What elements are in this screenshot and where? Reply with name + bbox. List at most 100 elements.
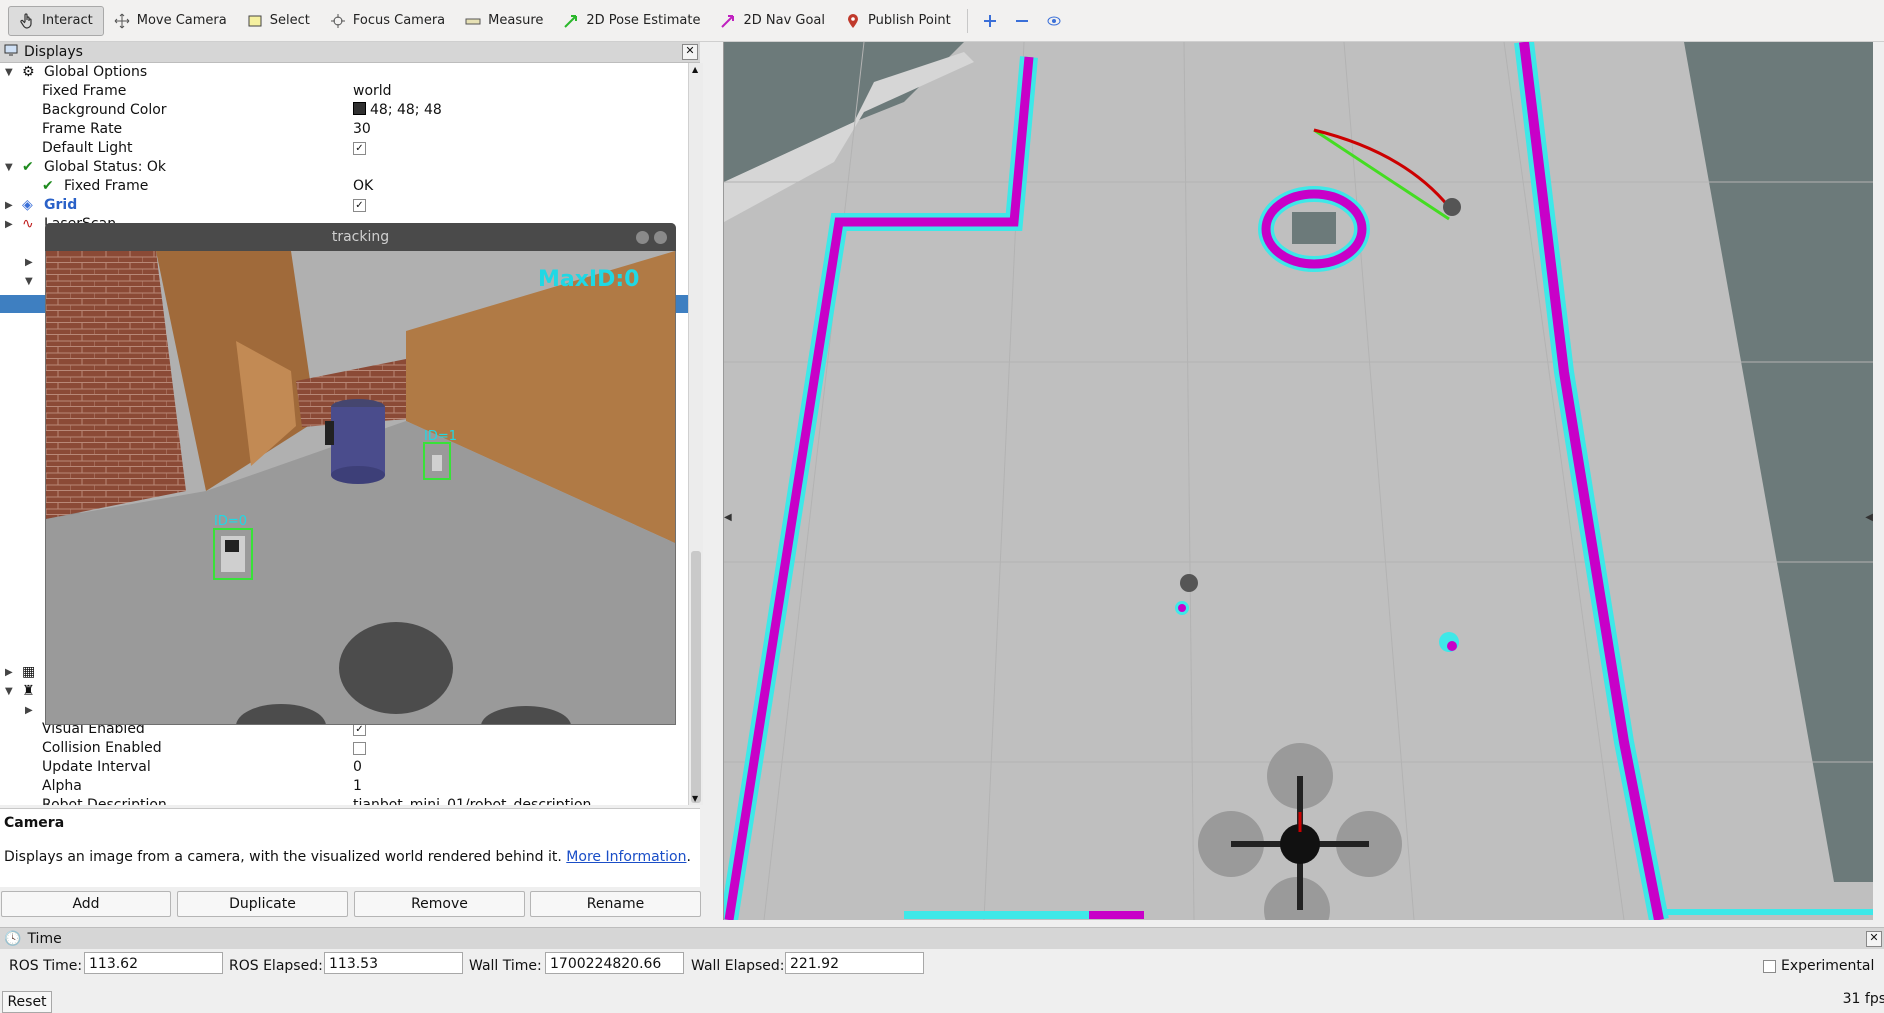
close-icon[interactable] bbox=[654, 231, 667, 244]
map-scene bbox=[724, 42, 1873, 920]
default-light-label: Default Light bbox=[42, 140, 133, 156]
2d-nav-goal-tool[interactable]: 2D Nav Goal bbox=[710, 6, 835, 36]
2d-pose-estimate-tool[interactable]: 2D Pose Estimate bbox=[553, 6, 710, 36]
time-panel-header: 🕓 Time ✕ bbox=[0, 927, 1884, 949]
more-information-link[interactable]: More Information bbox=[566, 849, 686, 865]
zoom-minus-icon bbox=[1015, 19, 1028, 22]
hand-cursor-icon bbox=[20, 12, 32, 29]
displays-scrollbar[interactable]: ▲ ▼ bbox=[688, 63, 703, 805]
publish-point-tool[interactable]: Publish Point bbox=[835, 6, 961, 36]
tree-row-background-color[interactable]: Background Color 48; 48; 48 bbox=[0, 101, 688, 120]
select-tool[interactable]: Select bbox=[237, 6, 320, 36]
reset-button[interactable]: Reset bbox=[2, 991, 52, 1013]
zoom-plus-icon bbox=[983, 14, 996, 27]
tree-row-default-light[interactable]: Default Light ✓ bbox=[0, 139, 688, 158]
collapse-arrow-icon[interactable]: ▶ bbox=[5, 215, 13, 234]
background-color-text: 48; 48; 48 bbox=[370, 102, 442, 118]
interact-tool[interactable]: Interact bbox=[8, 5, 104, 36]
expand-arrow-icon[interactable]: ▼ bbox=[5, 158, 13, 177]
add-tool-button[interactable] bbox=[974, 6, 1006, 36]
publish-point-label: Publish Point bbox=[868, 13, 951, 28]
fixed-frame-value[interactable]: world bbox=[353, 82, 392, 101]
check-icon: ✓ bbox=[353, 141, 366, 155]
view-options-button[interactable] bbox=[1038, 6, 1070, 36]
interact-label: Interact bbox=[42, 13, 93, 28]
ruler-icon bbox=[465, 18, 481, 24]
tree-row-fixed-frame[interactable]: Fixed Frame world bbox=[0, 82, 688, 101]
frame-rate-value[interactable]: 30 bbox=[353, 120, 371, 139]
move-camera-tool[interactable]: Move Camera bbox=[104, 6, 237, 36]
collapse-arrow-icon[interactable]: ▶ bbox=[5, 663, 13, 682]
tracking-camera-image: MaxID:0 ID=1 ID=0 bbox=[46, 251, 675, 724]
tree-row-status-fixed-frame[interactable]: ✔ Fixed Frame OK bbox=[0, 177, 688, 196]
status-ok-icon: ✔ bbox=[22, 159, 34, 175]
tree-row-grid[interactable]: ▶ ◈ Grid ✓ bbox=[0, 196, 688, 215]
default-light-checkbox[interactable]: ✓ bbox=[353, 139, 366, 158]
robot-model-icon: ♜ bbox=[22, 683, 35, 699]
collapse-arrow-icon[interactable]: ▶ bbox=[5, 196, 13, 215]
wall-elapsed-field[interactable]: 221.92 bbox=[785, 952, 924, 974]
remove-tool-button[interactable] bbox=[1006, 6, 1038, 36]
tracking-window[interactable]: tracking MaxID:0 ID=1 ID=0 bbox=[45, 223, 676, 725]
rename-button[interactable]: Rename bbox=[530, 891, 701, 917]
tree-row-alpha[interactable]: Alpha 1 bbox=[0, 777, 688, 796]
max-id-text: MaxID:0 bbox=[538, 267, 639, 292]
time-title: Time bbox=[27, 930, 62, 947]
collapse-left-panel-icon[interactable]: ◀ bbox=[724, 512, 732, 523]
minimize-icon[interactable] bbox=[636, 231, 649, 244]
tree-row-global-status[interactable]: ▼ ✔ Global Status: Ok bbox=[0, 158, 688, 177]
displays-close-button[interactable]: ✕ bbox=[682, 44, 698, 60]
displays-title: Displays bbox=[24, 44, 83, 60]
expand-arrow-icon[interactable]: ▼ bbox=[25, 272, 33, 291]
collapse-arrow-icon[interactable]: ▶ bbox=[25, 253, 33, 272]
ros-elapsed-field[interactable]: 113.53 bbox=[324, 952, 463, 974]
experimental-checkbox[interactable] bbox=[1763, 960, 1776, 973]
status-bar: Reset 31 fps bbox=[0, 990, 1884, 1013]
tree-row-collision-enabled[interactable]: Collision Enabled bbox=[0, 739, 688, 758]
scroll-up-icon[interactable]: ▲ bbox=[692, 65, 698, 74]
remove-button[interactable]: Remove bbox=[354, 891, 525, 917]
time-close-button[interactable]: ✕ bbox=[1866, 931, 1882, 947]
grid-checkbox[interactable]: ✓ bbox=[353, 196, 366, 215]
collision-enabled-checkbox[interactable] bbox=[353, 739, 366, 758]
ros-time-field[interactable]: 113.62 bbox=[84, 952, 223, 974]
tracking-titlebar[interactable]: tracking bbox=[45, 223, 676, 251]
displays-panel-header: Displays ✕ bbox=[0, 42, 700, 63]
background-color-value[interactable]: 48; 48; 48 bbox=[353, 101, 442, 120]
id0-label: ID=0 bbox=[214, 514, 247, 529]
alpha-value[interactable]: 1 bbox=[353, 777, 362, 796]
green-arrow-icon bbox=[564, 14, 578, 28]
duplicate-button[interactable]: Duplicate bbox=[177, 891, 348, 917]
expand-arrow-icon[interactable]: ▼ bbox=[5, 682, 13, 701]
collapse-arrow-icon[interactable]: ▶ bbox=[25, 701, 33, 720]
empty-checkbox-icon bbox=[353, 741, 366, 755]
map-icon: ▦ bbox=[22, 664, 36, 680]
wall-time-label: Wall Time: bbox=[469, 958, 542, 974]
expand-arrow-icon[interactable]: ▼ bbox=[5, 234, 13, 253]
focus-camera-tool[interactable]: Focus Camera bbox=[320, 6, 455, 36]
expand-arrow-icon[interactable]: ▼ bbox=[5, 63, 13, 82]
collapse-right-panel-icon[interactable]: ◀ bbox=[1865, 512, 1873, 523]
update-interval-label: Update Interval bbox=[42, 759, 151, 775]
tree-row-frame-rate[interactable]: Frame Rate 30 bbox=[0, 120, 688, 139]
eye-icon bbox=[1047, 16, 1061, 25]
measure-tool[interactable]: Measure bbox=[455, 6, 553, 36]
status-ok-icon: ✔ bbox=[42, 178, 54, 194]
tree-row-update-interval[interactable]: Update Interval 0 bbox=[0, 758, 688, 777]
scroll-down-icon[interactable]: ▼ bbox=[692, 794, 698, 803]
grid-icon: ◈ bbox=[22, 197, 33, 213]
grid-label: Grid bbox=[44, 197, 78, 213]
tree-row-robot-description[interactable]: Robot Description tianbot_mini_01/robot_… bbox=[0, 796, 688, 805]
robot-description-value[interactable]: tianbot_mini_01/robot_description bbox=[353, 796, 591, 805]
tracking-title: tracking bbox=[331, 229, 390, 245]
check-icon: ✓ bbox=[353, 198, 366, 212]
tree-row-global-options[interactable]: ▼ ⚙ Global Options bbox=[0, 63, 688, 82]
color-swatch bbox=[353, 102, 366, 115]
add-button[interactable]: Add bbox=[1, 891, 171, 917]
update-interval-value[interactable]: 0 bbox=[353, 758, 362, 777]
scrollbar-thumb[interactable] bbox=[691, 551, 701, 803]
id1-label: ID=1 bbox=[424, 429, 457, 444]
wall-time-field[interactable]: 1700224820.66 bbox=[545, 952, 684, 974]
2d-nav-goal-label: 2D Nav Goal bbox=[743, 13, 826, 28]
3d-render-viewport[interactable]: ◀ ◀ bbox=[723, 42, 1873, 920]
